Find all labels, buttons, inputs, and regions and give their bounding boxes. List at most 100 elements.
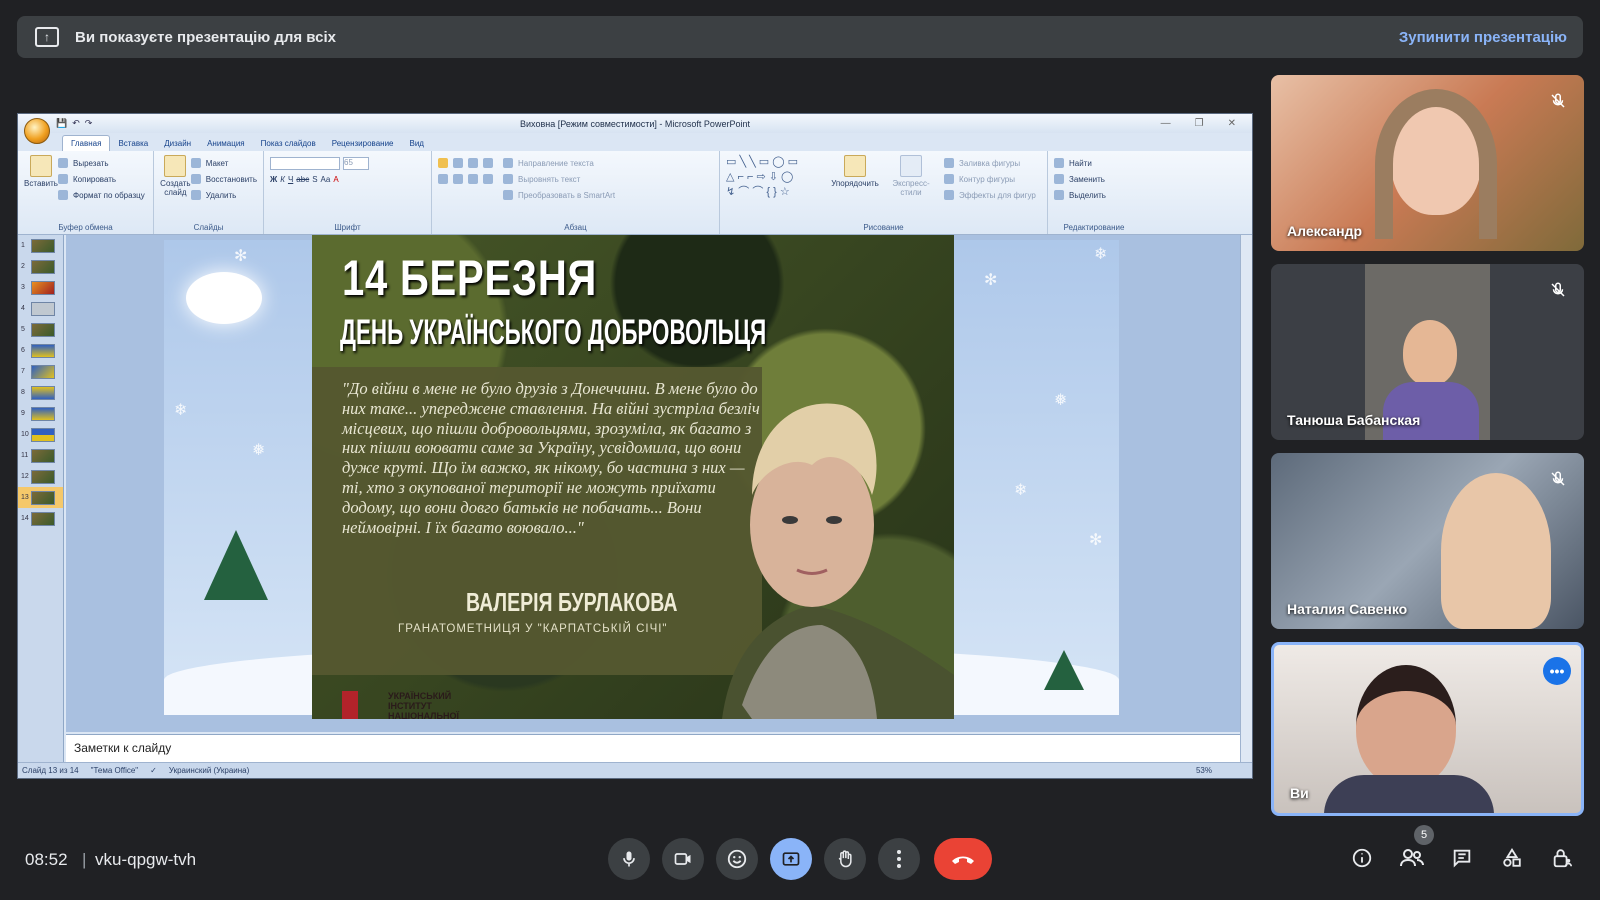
drawing-group: ▭ ╲ ╲ ▭ ◯ ▭ △ ⌐ ⌐ ⇨ ⇩ ◯ ↯ ⌒ ⌒ { } ☆ Упоряд… bbox=[720, 151, 1048, 234]
new-slide-button[interactable]: Создать слайд bbox=[160, 155, 191, 203]
raise-hand-button[interactable] bbox=[824, 838, 866, 880]
poster-name: ВАЛЕРІЯ БУРЛАКОВА bbox=[466, 587, 678, 617]
thumb-1[interactable]: 1 bbox=[18, 235, 63, 256]
shared-screen: 💾 ↶ ↷ Виховна [Режим совместимости] - Mi… bbox=[17, 113, 1253, 779]
participant-tile-2[interactable]: Танюша Бабанская bbox=[1271, 264, 1584, 440]
vertical-scrollbar[interactable] bbox=[1240, 235, 1252, 762]
participant-tile-1[interactable]: Александр bbox=[1271, 75, 1584, 251]
participant-video bbox=[1356, 665, 1456, 787]
thumb-13[interactable]: 13 bbox=[18, 487, 63, 508]
cut-button[interactable]: Вырезать bbox=[58, 155, 145, 171]
undo-icon[interactable]: ↶ bbox=[72, 118, 80, 129]
meeting-code: vku-qpgw-tvh bbox=[95, 850, 197, 869]
chat-button[interactable] bbox=[1447, 843, 1477, 873]
select-button[interactable]: Выделить bbox=[1054, 187, 1134, 203]
font-label: Шрифт bbox=[334, 223, 361, 232]
host-controls-button[interactable] bbox=[1547, 843, 1577, 873]
camera-icon bbox=[674, 853, 691, 865]
thumb-8[interactable]: 8 bbox=[18, 382, 63, 403]
tab-insert[interactable]: Вставка bbox=[110, 136, 156, 151]
tab-home[interactable]: Главная bbox=[62, 135, 111, 151]
tab-slideshow[interactable]: Показ слайдов bbox=[253, 136, 324, 151]
format-painter-button[interactable]: Формат по образцу bbox=[58, 187, 145, 203]
thumb-10[interactable]: 10 bbox=[18, 424, 63, 445]
tab-review[interactable]: Рецензирование bbox=[324, 136, 402, 151]
arrange-button[interactable]: Упорядочить bbox=[831, 155, 879, 203]
paste-button[interactable]: Вставить bbox=[24, 155, 58, 203]
spellcheck-icon[interactable]: ✓ bbox=[150, 766, 157, 775]
present-screen-icon bbox=[782, 852, 800, 866]
ribbon-tabs: Главная Вставка Дизайн Анимация Показ сл… bbox=[18, 133, 1252, 151]
tree-graphic bbox=[1044, 650, 1084, 690]
delete-button[interactable]: Удалить bbox=[190, 187, 257, 203]
activities-button[interactable] bbox=[1497, 843, 1527, 873]
more-vert-icon bbox=[897, 850, 901, 868]
shape-fill-button[interactable]: Заливка фигуры bbox=[944, 155, 1036, 171]
thumb-5[interactable]: 5 bbox=[18, 319, 63, 340]
slide-canvas[interactable]: ✻ ❄ ❅ ✻ ❄ ❅ ❄ ✻ 14 БЕРЕЗНЯ ДЕНЬ УКРАЇНСЬ… bbox=[66, 235, 1240, 732]
shapes-gallery[interactable]: ▭ ╲ ╲ ▭ ◯ ▭ △ ⌐ ⌐ ⇨ ⇩ ◯ ↯ ⌒ ⌒ { } ☆ bbox=[726, 155, 826, 203]
thumb-4[interactable]: 4 bbox=[18, 298, 63, 319]
font-format-buttons[interactable]: Ж К Ч abc S Aa A bbox=[270, 171, 425, 187]
thumb-12[interactable]: 12 bbox=[18, 466, 63, 487]
tab-animation[interactable]: Анимация bbox=[199, 136, 253, 151]
thumb-9[interactable]: 9 bbox=[18, 403, 63, 424]
camera-button[interactable] bbox=[662, 838, 704, 880]
participant-name: Наталия Савенко bbox=[1287, 601, 1408, 617]
font-size-field[interactable]: 65 bbox=[343, 156, 369, 170]
microphone-button[interactable] bbox=[608, 838, 650, 880]
present-screen-icon: ↑ bbox=[35, 27, 59, 47]
thumb-6[interactable]: 6 bbox=[18, 340, 63, 361]
thumb-11[interactable]: 11 bbox=[18, 445, 63, 466]
people-button[interactable] bbox=[1397, 843, 1427, 873]
tab-design[interactable]: Дизайн bbox=[156, 136, 199, 151]
stop-presenting-button[interactable]: Зупинити презентацію bbox=[1399, 29, 1567, 46]
zoom-level[interactable]: 53% bbox=[1196, 766, 1252, 775]
snowflake-icon: ✻ bbox=[234, 248, 248, 265]
poster-date: 14 БЕРЕЗНЯ bbox=[342, 250, 598, 306]
text-direction-button[interactable]: Направление текста bbox=[503, 155, 615, 171]
snowflake-icon: ❅ bbox=[252, 442, 266, 459]
leave-call-button[interactable] bbox=[934, 838, 992, 880]
more-options-button[interactable] bbox=[878, 838, 920, 880]
office-button[interactable] bbox=[24, 118, 50, 144]
minimize-icon[interactable]: — bbox=[1161, 118, 1171, 129]
tab-view[interactable]: Вид bbox=[402, 136, 432, 151]
smartart-button[interactable]: Преобразовать в SmartArt bbox=[503, 187, 615, 203]
thumb-14[interactable]: 14 bbox=[18, 508, 63, 529]
meeting-info-button[interactable] bbox=[1347, 843, 1377, 873]
font-name-field[interactable] bbox=[270, 156, 340, 170]
replace-button[interactable]: Заменить bbox=[1054, 171, 1134, 187]
list-buttons[interactable] bbox=[438, 155, 495, 171]
restore-icon[interactable]: ❐ bbox=[1195, 118, 1204, 129]
reactions-button[interactable] bbox=[716, 838, 758, 880]
thumb-7[interactable]: 7 bbox=[18, 361, 63, 382]
snowflake-icon: ✻ bbox=[1089, 532, 1103, 549]
participant-tile-3[interactable]: Наталия Савенко bbox=[1271, 453, 1584, 629]
shape-outline-button[interactable]: Контур фигуры bbox=[944, 171, 1036, 187]
close-icon[interactable]: ✕ bbox=[1228, 118, 1236, 129]
shape-effects-button[interactable]: Эффекты для фигур bbox=[944, 187, 1036, 203]
reset-button[interactable]: Восстановить bbox=[190, 171, 257, 187]
copy-button[interactable]: Копировать bbox=[58, 171, 145, 187]
find-button[interactable]: Найти bbox=[1054, 155, 1134, 171]
language: Украинский (Украина) bbox=[168, 766, 250, 775]
poster-image: 14 БЕРЕЗНЯ ДЕНЬ УКРАЇНСЬКОГО ДОБРОВОЛЬЦЯ… bbox=[312, 235, 954, 719]
font-group: 65 Ж К Ч abc S Aa A Шрифт bbox=[264, 151, 432, 234]
save-icon[interactable]: 💾 bbox=[56, 118, 67, 129]
quick-styles-button[interactable]: Экспресс-стили bbox=[884, 155, 938, 203]
slide-notes[interactable]: Заметки к слайду bbox=[66, 734, 1240, 762]
participant-tile-self[interactable]: ••• Ви bbox=[1271, 642, 1584, 816]
chat-icon bbox=[1453, 849, 1471, 868]
align-buttons[interactable] bbox=[438, 171, 495, 187]
align-text-button[interactable]: Выровнять текст bbox=[503, 171, 615, 187]
present-button[interactable] bbox=[770, 838, 812, 880]
thumb-3[interactable]: 3 bbox=[18, 277, 63, 298]
thumb-2[interactable]: 2 bbox=[18, 256, 63, 277]
snowflake-icon: ❄ bbox=[1094, 246, 1108, 263]
banner-text: Ви показуєте презентацію для всіх bbox=[75, 28, 336, 46]
more-options-icon[interactable]: ••• bbox=[1543, 657, 1571, 685]
layout-button[interactable]: Макет bbox=[190, 155, 257, 171]
ribbon: Вставить Вырезать Копировать Формат по о… bbox=[18, 151, 1252, 235]
redo-icon[interactable]: ↷ bbox=[85, 118, 93, 129]
